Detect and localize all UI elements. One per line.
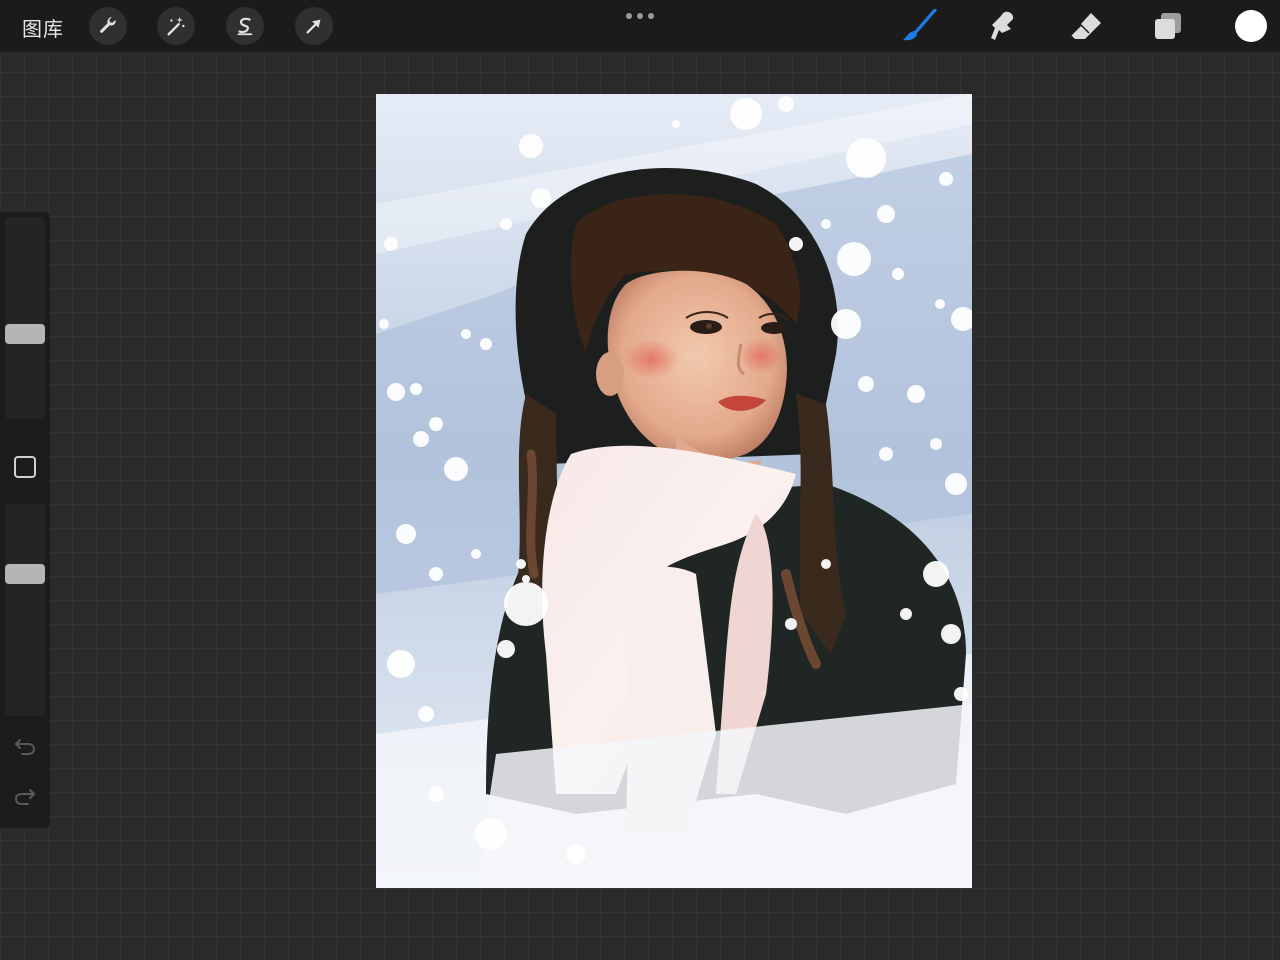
brush-tool-button[interactable] xyxy=(901,9,937,43)
redo-icon xyxy=(14,789,35,805)
portrait-painting xyxy=(376,94,972,888)
drawing-canvas[interactable] xyxy=(376,94,972,888)
eraser-tool-button[interactable] xyxy=(1068,9,1104,43)
undo-icon xyxy=(15,739,36,755)
adjustments-button[interactable] xyxy=(157,7,195,45)
brush-size-slider[interactable] xyxy=(5,217,45,419)
square-modifier-icon[interactable] xyxy=(14,456,36,478)
opacity-slider[interactable] xyxy=(5,504,45,716)
more-options-button[interactable] xyxy=(626,13,654,19)
layers-icon xyxy=(1155,13,1181,39)
wrench-icon xyxy=(100,17,116,33)
magic-wand-icon xyxy=(167,16,185,36)
selection-button[interactable] xyxy=(226,7,264,45)
sidebar xyxy=(0,212,50,828)
redo-button[interactable] xyxy=(12,784,38,810)
undo-button[interactable] xyxy=(12,734,38,760)
transform-button[interactable] xyxy=(295,7,333,45)
gallery-button[interactable]: 图库 xyxy=(22,13,64,42)
top-toolbar: 图库 xyxy=(0,0,1280,52)
layers-button[interactable] xyxy=(1150,9,1186,43)
more-dots-icon xyxy=(626,13,632,19)
smudge-icon xyxy=(991,11,1014,40)
eraser-icon xyxy=(1070,13,1101,39)
selection-s-icon xyxy=(237,17,253,36)
opacity-handle[interactable] xyxy=(5,563,45,584)
arrow-cursor-icon xyxy=(306,19,321,34)
actions-button[interactable] xyxy=(89,7,127,45)
brush-icon xyxy=(903,9,937,41)
color-picker-button[interactable] xyxy=(1235,10,1267,42)
smudge-tool-button[interactable] xyxy=(984,9,1020,43)
brush-size-handle[interactable] xyxy=(5,324,45,345)
